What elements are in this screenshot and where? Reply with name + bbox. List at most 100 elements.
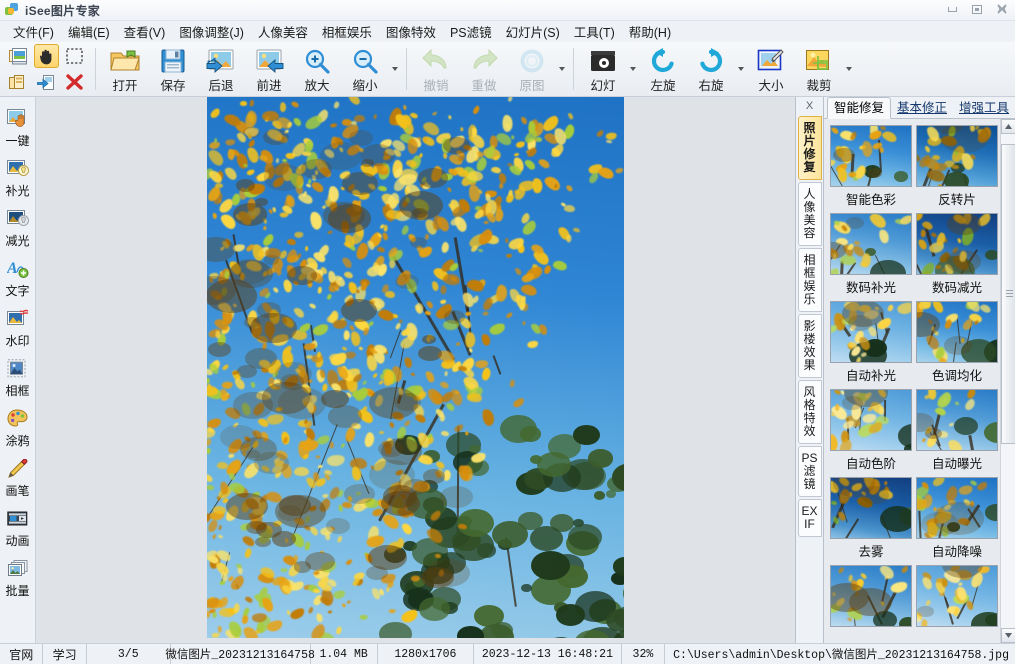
- menu-help[interactable]: 帮助(H): [622, 20, 678, 43]
- menu-ps-filters[interactable]: PS滤镜: [443, 20, 499, 43]
- slideshow-button-chevron-down-icon[interactable]: [627, 43, 639, 95]
- effect-partial-right[interactable]: [916, 565, 998, 634]
- slideshow-button[interactable]: 幻灯: [579, 43, 627, 95]
- effect-partial-left[interactable]: [830, 565, 912, 634]
- rotate-right-button-chevron-down-icon[interactable]: [735, 43, 747, 95]
- tab-basic-correction[interactable]: 基本修正: [891, 98, 953, 118]
- sidebar-item-photo-frame[interactable]: 相框: [0, 353, 36, 403]
- rtab-portrait-beauty[interactable]: 人像美容: [798, 182, 822, 246]
- zoom-out-button[interactable]: 缩小: [341, 43, 389, 95]
- open-button[interactable]: 打开: [101, 43, 149, 95]
- maximize-icon[interactable]: [970, 2, 984, 16]
- undo-arrow-icon: [422, 47, 450, 75]
- sidebar-item-watermark[interactable]: 水印: [0, 303, 36, 353]
- status-learn[interactable]: 学习: [43, 644, 86, 664]
- palette-icon: [7, 408, 29, 430]
- effect-partial-right-thumbnail[interactable]: [916, 565, 998, 627]
- rotate-left-button[interactable]: 左旋: [639, 43, 687, 95]
- sidebar-item-brush-label: 画笔: [5, 482, 29, 499]
- photo-image[interactable]: [207, 97, 624, 638]
- browse-button[interactable]: [6, 44, 31, 68]
- original-image-button[interactable]: 原图: [508, 43, 556, 95]
- effect-auto-fill-light[interactable]: 自动补光: [830, 301, 912, 389]
- effect-auto-fill-light-thumbnail[interactable]: [830, 301, 912, 363]
- menu-image-effects[interactable]: 图像特效: [379, 20, 443, 43]
- menu-portrait-beauty[interactable]: 人像美容: [251, 20, 315, 43]
- rtab-ps-filters[interactable]: PS滤镜: [798, 446, 822, 497]
- effect-smart-color[interactable]: 智能色彩: [830, 125, 912, 213]
- crop-button-chevron-down-icon[interactable]: [843, 43, 855, 95]
- effect-slide-film[interactable]: 反转片: [916, 125, 998, 213]
- effect-digital-fill-light[interactable]: 数码补光: [830, 213, 912, 301]
- effect-digital-reduce-light[interactable]: 数码减光: [916, 213, 998, 301]
- tab-enhance-tools[interactable]: 增强工具: [953, 98, 1015, 118]
- effect-smart-color-thumbnail[interactable]: [830, 125, 912, 187]
- effect-dehaze-thumbnail[interactable]: [830, 477, 912, 539]
- rtab-exif[interactable]: EXIF: [798, 499, 822, 537]
- redo-button[interactable]: 重做: [460, 43, 508, 95]
- original-image-button-chevron-down-icon[interactable]: [556, 43, 568, 95]
- magnifier-minus-icon: [352, 47, 378, 75]
- rtab-photo-repair[interactable]: 照片修复: [798, 116, 822, 180]
- effect-auto-denoise-thumbnail[interactable]: [916, 477, 998, 539]
- effect-partial-left-thumbnail[interactable]: [830, 565, 912, 627]
- sidebar-item-brush[interactable]: 画笔: [0, 453, 36, 503]
- crop-image-icon: [805, 47, 833, 75]
- close-panel-icon[interactable]: X: [797, 97, 823, 114]
- undo-button[interactable]: 撤销: [412, 43, 460, 95]
- scroll-up-icon[interactable]: [1001, 119, 1015, 134]
- sidebar-item-doodle[interactable]: 涂鸦: [0, 403, 36, 453]
- crop-button[interactable]: 裁剪: [795, 43, 843, 95]
- effect-digital-fill-light-thumbnail[interactable]: [830, 213, 912, 275]
- previous-image-button[interactable]: 后退: [197, 43, 245, 95]
- rtab-frame-fun[interactable]: 相框娱乐: [798, 248, 822, 312]
- sidebar-item-text[interactable]: A 文字: [0, 253, 36, 303]
- status-official-site[interactable]: 官网: [0, 644, 43, 664]
- effect-auto-exposure-thumbnail[interactable]: [916, 389, 998, 451]
- delete-button[interactable]: [62, 70, 87, 94]
- scrollbar-track[interactable]: [1001, 134, 1015, 628]
- rotate-right-button[interactable]: 右旋: [687, 43, 735, 95]
- sidebar-item-batch[interactable]: 批量: [0, 553, 36, 603]
- sidebar-item-animation[interactable]: 动画: [0, 503, 36, 553]
- rtab-studio-effects[interactable]: 影楼效果: [798, 314, 822, 378]
- scrollbar-thumb[interactable]: [1001, 144, 1015, 444]
- close-icon[interactable]: [995, 2, 1009, 16]
- effect-tone-equalize[interactable]: 色调均化: [916, 301, 998, 389]
- zoom-out-button-chevron-down-icon[interactable]: [389, 43, 401, 95]
- reduce-light-icon: [7, 208, 29, 230]
- scroll-down-icon[interactable]: [1001, 628, 1015, 643]
- window-controls: [945, 2, 1009, 16]
- marquee-select-button[interactable]: [62, 44, 87, 68]
- effect-slide-film-thumbnail[interactable]: [916, 125, 998, 187]
- paste-button[interactable]: [34, 70, 59, 94]
- effect-auto-denoise[interactable]: 自动降噪: [916, 477, 998, 565]
- tab-smart-repair[interactable]: 智能修复: [827, 97, 891, 119]
- copy-button[interactable]: [6, 70, 31, 94]
- menu-frame-fun[interactable]: 相框娱乐: [315, 20, 379, 43]
- effects-scrollbar[interactable]: [1000, 119, 1015, 643]
- menu-file[interactable]: 文件(F): [6, 20, 61, 43]
- sidebar-item-one-click[interactable]: 一键: [0, 103, 36, 153]
- menu-tools[interactable]: 工具(T): [567, 20, 622, 43]
- effect-auto-levels[interactable]: 自动色阶: [830, 389, 912, 477]
- rtab-style-effects[interactable]: 风格特效: [798, 380, 822, 444]
- effect-dehaze[interactable]: 去雾: [830, 477, 912, 565]
- next-image-button[interactable]: 前进: [245, 43, 293, 95]
- save-button[interactable]: 保存: [149, 43, 197, 95]
- menu-image-adjust[interactable]: 图像调整(J): [172, 20, 251, 43]
- sidebar-item-fill-light[interactable]: 补光: [0, 153, 36, 203]
- menu-view[interactable]: 查看(V): [117, 20, 173, 43]
- effect-tone-equalize-thumbnail[interactable]: [916, 301, 998, 363]
- zoom-in-button[interactable]: 放大: [293, 43, 341, 95]
- menu-edit[interactable]: 编辑(E): [61, 20, 117, 43]
- resize-button[interactable]: 大小: [747, 43, 795, 95]
- menu-slideshow[interactable]: 幻灯片(S): [499, 20, 567, 43]
- effect-digital-reduce-light-thumbnail[interactable]: [916, 213, 998, 275]
- sidebar-item-reduce-light[interactable]: 减光: [0, 203, 36, 253]
- minimize-icon[interactable]: [945, 2, 959, 16]
- effect-auto-levels-thumbnail[interactable]: [830, 389, 912, 451]
- effect-auto-exposure[interactable]: 自动曝光: [916, 389, 998, 477]
- hand-tool-button[interactable]: [34, 44, 59, 68]
- image-canvas[interactable]: [36, 97, 795, 643]
